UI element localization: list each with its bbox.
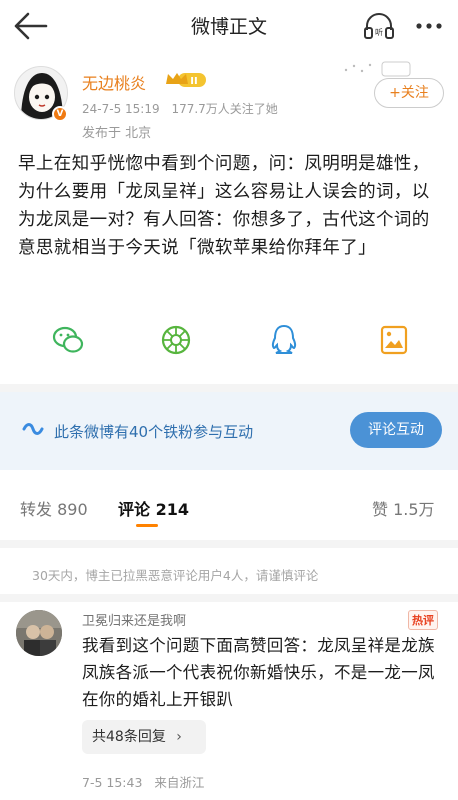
author-name[interactable]: 无边桃炎: [82, 70, 146, 94]
tab-repost-count: 890: [57, 500, 88, 519]
comment-item: 卫冕归来还是我啊 热评 我看到这个问题下面高赞回答：龙凤呈祥是龙族凤族各派一个代…: [0, 604, 458, 800]
follower-count: 177.7万人关注了她: [171, 102, 278, 116]
tab-likes-label: 赞: [372, 500, 389, 519]
top-bar: 微博正文 听: [0, 0, 458, 52]
level-badge-text: II: [190, 76, 197, 87]
post-date: 24-7-5 15:19: [82, 102, 160, 116]
section-divider: [0, 540, 458, 548]
verified-badge-icon: V: [52, 106, 68, 122]
tab-comments-count: 214: [155, 500, 189, 519]
decoration-sparkle-icon: [344, 61, 411, 77]
author-row: V 无边桃炎 II 24-7-5 15:19 177.7万人关注了她 发布于 北…: [0, 56, 458, 148]
fans-banner-text: 此条微博有40个铁粉参与互动: [54, 423, 254, 441]
post-location: 发布于 北京: [82, 126, 152, 141]
tab-likes[interactable]: 赞 1.5万: [372, 496, 435, 520]
comment-source: 来自浙江: [154, 775, 205, 790]
comment-interact-button[interactable]: 评论互动: [350, 412, 442, 448]
follow-button[interactable]: +关注: [374, 78, 444, 108]
section-divider: [0, 594, 458, 602]
section-divider: [0, 384, 458, 392]
share-row: [0, 310, 458, 368]
author-meta: 24-7-5 15:19 177.7万人关注了她: [82, 100, 286, 117]
post-tabs: 转发 890 评论 214 赞 1.5万: [0, 480, 458, 530]
tab-comments[interactable]: 评论 214: [118, 496, 189, 520]
wechat-icon[interactable]: [50, 322, 86, 358]
listen-icon[interactable]: 听: [362, 10, 396, 42]
tab-repost-label: 转发: [20, 500, 53, 519]
hot-comment-badge: 热评: [408, 610, 438, 630]
more-icon[interactable]: [414, 16, 444, 36]
comment-text: 我看到这个问题下面高赞回答：龙凤呈祥是龙族凤族各派一个代表祝你新婚快乐，不是一龙…: [82, 636, 435, 709]
comment-time: 7-5 15:43: [82, 775, 143, 790]
commenter-photo-icon: [16, 610, 62, 656]
comment-notice: 30天内，博主已拉黑恶意评论用户4人，请谨慎评论: [0, 556, 458, 592]
wave-icon: [22, 423, 44, 435]
comment-notice-text: 30天内，博主已拉黑恶意评论用户4人，请谨慎评论: [32, 568, 319, 583]
active-tab-indicator: [136, 524, 158, 527]
post-text: 早上在知乎恍惚中看到个问题，问：凤明明是雄性，为什么要用「龙凤呈祥」这么容易让人…: [18, 154, 430, 258]
chevron-right-icon: ›: [176, 729, 182, 745]
comment-meta: 7-5 15:43 来自浙江: [82, 772, 212, 791]
tab-comments-label: 评论: [118, 500, 151, 519]
tab-repost[interactable]: 转发 890: [20, 496, 88, 520]
fans-interaction-banner: 此条微博有40个铁粉参与互动 评论互动: [0, 392, 458, 470]
tab-likes-count: 1.5万: [393, 500, 435, 519]
commenter-avatar[interactable]: [16, 610, 62, 656]
save-image-icon[interactable]: [376, 322, 412, 358]
commenter-name[interactable]: 卫冕归来还是我啊: [82, 610, 186, 629]
crown-level-badge-icon: II: [166, 73, 206, 87]
replies-button[interactable]: 共48条回复 ›: [82, 720, 206, 754]
qq-icon[interactable]: [266, 322, 302, 358]
moments-icon[interactable]: [158, 322, 194, 358]
replies-label: 共48条回复: [92, 729, 166, 745]
listen-icon-label: 听: [375, 28, 383, 37]
